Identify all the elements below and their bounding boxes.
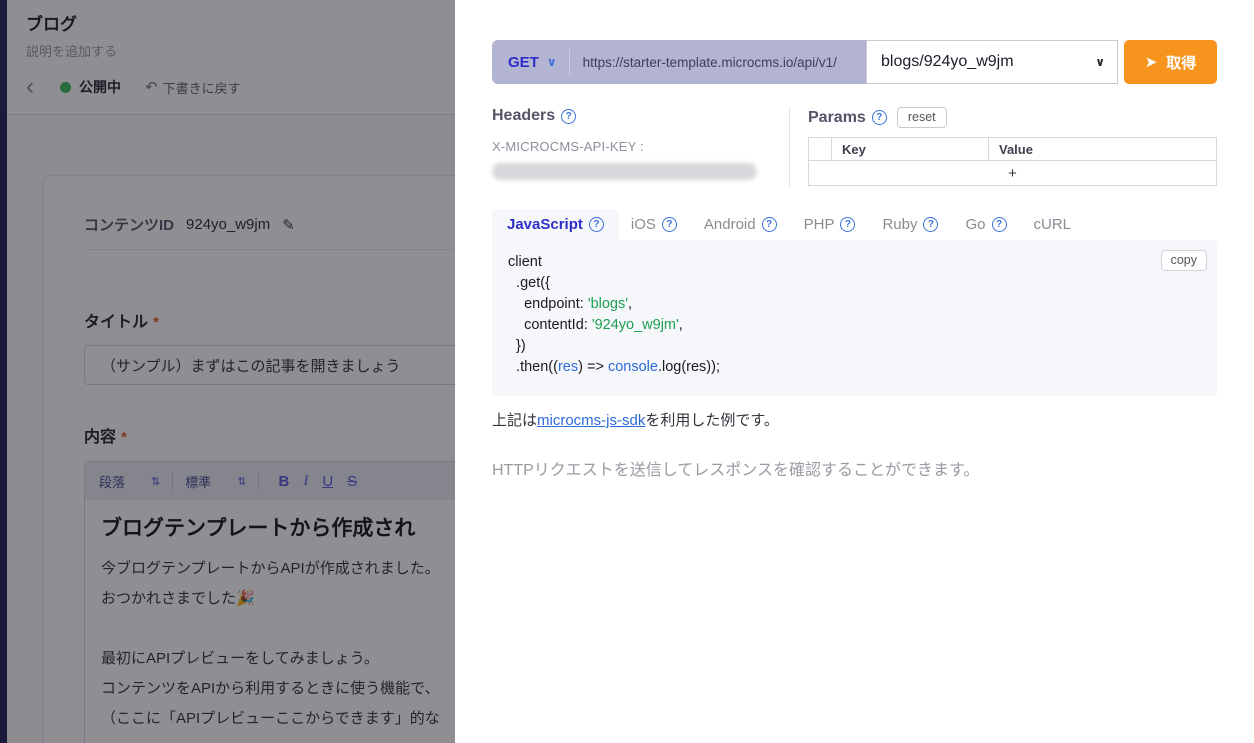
tab-ios[interactable]: iOS? bbox=[631, 209, 677, 240]
method-label: GET bbox=[508, 54, 539, 71]
fetch-button-label: 取得 bbox=[1166, 52, 1196, 73]
base-url: https://starter-template.microcms.io/api… bbox=[570, 55, 837, 70]
help-icon[interactable]: ? bbox=[762, 217, 777, 232]
code-tabs: JavaScript?iOS?Android?PHP?Ruby?Go?cURL bbox=[492, 209, 1217, 240]
tab-label: Android bbox=[704, 216, 756, 233]
code-line: contentId: '924yo_w9jm', bbox=[508, 315, 1203, 336]
app-root: ブログ 説明を追加する ‹ 公開中 ↶ 下書きに戻す bbox=[0, 0, 1254, 743]
chevron-down-icon: ∨ bbox=[547, 55, 557, 69]
endpoint-select[interactable]: blogs/924yo_w9jm ∨ bbox=[866, 40, 1118, 84]
headers-title: Headers bbox=[492, 107, 555, 125]
params-table: Key Value + bbox=[808, 137, 1217, 186]
help-icon[interactable]: ? bbox=[589, 217, 604, 232]
code-snippet: client .get({ endpoint: 'blogs', content… bbox=[508, 252, 1203, 378]
help-icon[interactable]: ? bbox=[840, 217, 855, 232]
code-line: .get({ bbox=[508, 273, 1203, 294]
request-bar: GET ∨ https://starter-template.microcms.… bbox=[492, 40, 1217, 84]
help-icon[interactable]: ? bbox=[662, 217, 677, 232]
tab-ruby[interactable]: Ruby? bbox=[882, 209, 938, 240]
headers-params-row: Headers ? X-MICROCMS-API-KEY : Params ? … bbox=[492, 107, 1217, 187]
footer-note: HTTPリクエストを送信してレスポンスを確認することができます。 bbox=[492, 456, 1217, 480]
tab-label: PHP bbox=[804, 216, 835, 233]
chevron-down-icon: ∨ bbox=[1095, 55, 1105, 69]
sdk-note: 上記はmicrocms-js-sdkを利用した例です。 bbox=[492, 409, 1217, 430]
code-line: client bbox=[508, 252, 1203, 273]
method-dropdown[interactable]: GET ∨ bbox=[492, 54, 569, 71]
content-editor-background: ブログ 説明を追加する ‹ 公開中 ↶ 下書きに戻す bbox=[0, 0, 455, 743]
code-line: endpoint: 'blogs', bbox=[508, 294, 1203, 315]
help-icon[interactable]: ? bbox=[992, 217, 1007, 232]
headers-section: Headers ? X-MICROCMS-API-KEY : bbox=[492, 107, 789, 187]
tab-label: iOS bbox=[631, 216, 656, 233]
api-key-redacted-value bbox=[492, 163, 757, 180]
tab-label: JavaScript bbox=[507, 216, 583, 233]
fetch-button[interactable]: ➤ 取得 bbox=[1124, 40, 1217, 84]
sdk-link[interactable]: microcms-js-sdk bbox=[537, 412, 645, 429]
reset-button[interactable]: reset bbox=[897, 107, 947, 128]
method-url-segment: GET ∨ https://starter-template.microcms.… bbox=[492, 40, 866, 84]
tab-label: Ruby bbox=[882, 216, 917, 233]
modal-backdrop[interactable] bbox=[0, 0, 455, 743]
params-checkbox-column bbox=[809, 138, 832, 160]
code-line: .then((res) => console.log(res)); bbox=[508, 357, 1203, 378]
tab-label: Go bbox=[965, 216, 985, 233]
help-icon[interactable]: ? bbox=[561, 109, 576, 124]
params-table-header: Key Value bbox=[809, 138, 1216, 161]
value-column-header: Value bbox=[989, 138, 1216, 160]
code-line: }) bbox=[508, 336, 1203, 357]
api-preview-panel: GET ∨ https://starter-template.microcms.… bbox=[455, 0, 1254, 743]
copy-button[interactable]: copy bbox=[1161, 250, 1207, 271]
sdk-note-suffix: を利用した例です。 bbox=[645, 412, 779, 429]
send-icon: ➤ bbox=[1145, 55, 1158, 70]
sdk-note-prefix: 上記は bbox=[492, 412, 537, 429]
api-key-label: X-MICROCMS-API-KEY : bbox=[492, 139, 789, 154]
endpoint-value: blogs/924yo_w9jm bbox=[881, 53, 1014, 71]
params-section: Params ? reset Key Value + bbox=[790, 107, 1217, 187]
code-block: client .get({ endpoint: 'blogs', content… bbox=[492, 240, 1217, 396]
tab-go[interactable]: Go? bbox=[965, 209, 1006, 240]
tab-php[interactable]: PHP? bbox=[804, 209, 856, 240]
tab-android[interactable]: Android? bbox=[704, 209, 777, 240]
tab-javascript[interactable]: JavaScript? bbox=[492, 209, 619, 240]
help-icon[interactable]: ? bbox=[923, 217, 938, 232]
tab-curl[interactable]: cURL bbox=[1034, 209, 1072, 240]
tab-label: cURL bbox=[1034, 216, 1072, 233]
add-param-button[interactable]: + bbox=[809, 161, 1216, 185]
help-icon[interactable]: ? bbox=[872, 110, 887, 125]
key-column-header: Key bbox=[832, 138, 989, 160]
params-title: Params bbox=[808, 109, 866, 127]
